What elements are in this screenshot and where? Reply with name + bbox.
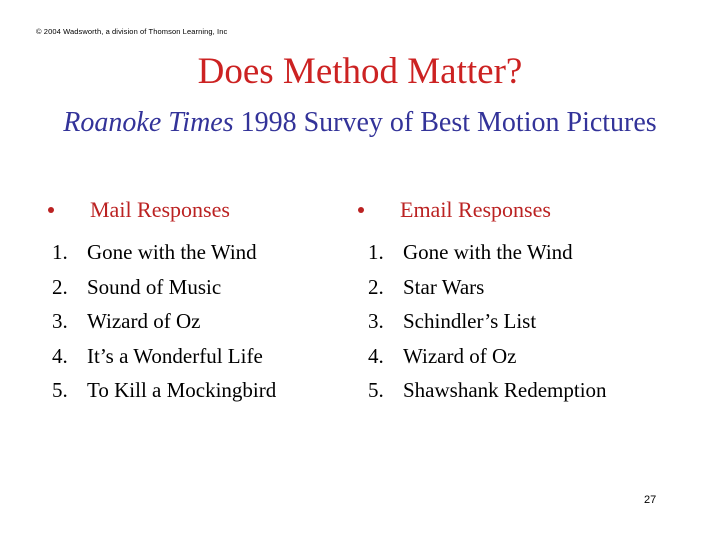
slide-title: Does Method Matter?: [197, 51, 523, 92]
list-item: 4. It’s a Wonderful Life: [40, 339, 370, 374]
list-item-label: Star Wars: [403, 274, 485, 299]
list-item-number: 5.: [52, 378, 68, 402]
list-item-label: Shawshank Redemption: [403, 378, 607, 402]
list-item-label: Schindler’s List: [403, 309, 537, 333]
list-item: 4. Wizard of Oz: [350, 339, 690, 374]
list-item: 1. Gone with the Wind: [40, 235, 370, 270]
list-mail-responses: 1. Gone with the Wind 2. Sound of Music …: [40, 235, 370, 408]
list-item: 3. Schindler’s List: [350, 304, 690, 339]
list-item-label: Wizard of Oz: [403, 343, 517, 368]
list-item: 2. Sound of Music: [40, 270, 370, 305]
list-item: 2. Star Wars: [350, 270, 690, 305]
heading-email-responses: Email Responses: [350, 196, 690, 224]
list-item: 5. Shawshank Redemption: [350, 373, 690, 408]
copyright-notice: © 2004 Wadsworth, a division of Thomson …: [36, 27, 228, 36]
heading-label: Mail Responses: [90, 197, 230, 222]
list-item: 1. Gone with the Wind: [350, 235, 690, 270]
list-item-label: To Kill a Mockingbird: [87, 378, 277, 402]
list-item-number: 4.: [52, 343, 68, 368]
list-item-label: Sound of Music: [87, 274, 222, 299]
column-email-responses: Email Responses 1. Gone with the Wind 2.…: [350, 196, 690, 408]
list-item-number: 5.: [368, 378, 384, 402]
list-item-number: 1.: [52, 240, 68, 264]
subtitle-italic-source: Roanoke Times: [63, 107, 234, 138]
subtitle-rest: 1998 Survey of Best Motion Pictures: [233, 107, 657, 138]
list-item: 3. Wizard of Oz: [40, 304, 370, 339]
list-item-label: Gone with the Wind: [403, 240, 573, 264]
list-item: 5. To Kill a Mockingbird: [40, 373, 370, 408]
column-mail-responses: Mail Responses 1. Gone with the Wind 2. …: [40, 196, 370, 408]
list-item-number: 2.: [52, 274, 68, 299]
list-item-number: 1.: [368, 240, 384, 264]
list-item-number: 4.: [368, 343, 384, 368]
heading-mail-responses: Mail Responses: [40, 196, 370, 224]
round-bullet-icon: [358, 207, 364, 213]
page-number: 27: [644, 494, 657, 506]
heading-label: Email Responses: [400, 197, 551, 222]
slide-canvas: © 2004 Wadsworth, a division of Thomson …: [0, 0, 720, 540]
list-item-label: Gone with the Wind: [87, 240, 257, 264]
list-email-responses: 1. Gone with the Wind 2. Star Wars 3. Sc…: [350, 235, 690, 408]
round-bullet-icon: [48, 207, 54, 213]
list-item-number: 2.: [368, 274, 384, 299]
list-item-number: 3.: [52, 309, 68, 333]
slide-subtitle: Roanoke Times 1998 Survey of Best Motion…: [46, 106, 674, 140]
list-item-label: It’s a Wonderful Life: [87, 343, 263, 368]
list-item-number: 3.: [368, 309, 384, 333]
list-item-label: Wizard of Oz: [87, 309, 201, 333]
